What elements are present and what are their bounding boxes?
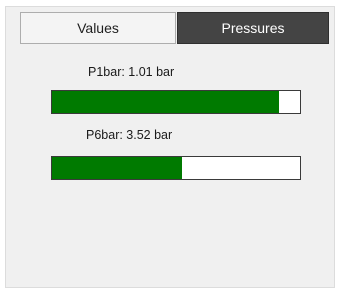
- tab-values-label: Values: [77, 20, 119, 36]
- tab-values[interactable]: Values: [20, 12, 176, 44]
- p6bar-label: P6bar: 3.52 bar: [86, 128, 173, 142]
- tab-pressures-label: Pressures: [221, 20, 285, 36]
- p1bar-progress-bar: [51, 90, 301, 114]
- tab-pressures[interactable]: Pressures: [177, 12, 329, 44]
- p6bar-progress-fill: [52, 157, 183, 179]
- p1bar-progress-fill: [52, 91, 279, 113]
- p6bar-progress-bar: [51, 156, 301, 180]
- p1bar-label: P1bar: 1.01 bar: [88, 65, 175, 79]
- pressures-panel: [5, 6, 335, 288]
